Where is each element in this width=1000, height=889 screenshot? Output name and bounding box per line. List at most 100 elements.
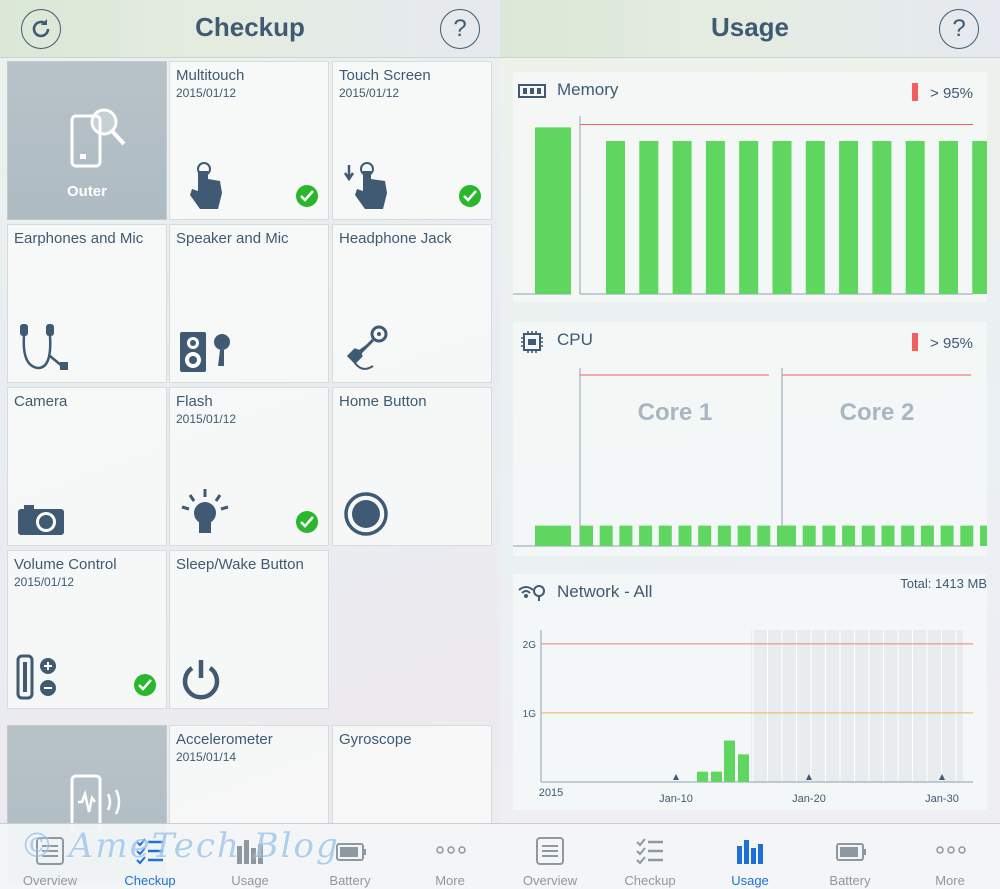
- cpu-total-bar: [535, 525, 571, 546]
- tile-label: Earphones and Mic: [14, 230, 144, 247]
- core1-bar: [717, 525, 731, 546]
- checklist-icon: [636, 838, 663, 865]
- tab-label: Overview: [522, 873, 578, 888]
- tab-label: Usage: [231, 873, 269, 888]
- two-finger-touch-icon: [190, 162, 222, 209]
- flash-bulb-icon: [181, 489, 229, 533]
- checklist-icon: [136, 838, 163, 865]
- headphone-jack-icon: [346, 325, 388, 370]
- memory-bar: [535, 127, 571, 295]
- tile-touch-screen[interactable]: Touch Screen 2015/01/12: [332, 61, 492, 220]
- tile-label: Speaker and Mic: [176, 230, 289, 247]
- y-tick-label: 2G: [523, 640, 537, 651]
- memory-bar: [839, 141, 859, 294]
- core2-bar: [940, 525, 954, 546]
- earphones-icon: [20, 324, 68, 370]
- volume-buttons-icon: [16, 654, 56, 700]
- tile-volume-control[interactable]: Volume Control 2015/01/12: [7, 550, 167, 709]
- network-bar: [724, 740, 735, 782]
- page-title: Usage: [710, 12, 790, 42]
- help-button[interactable]: ?: [939, 9, 979, 49]
- checkmark-icon: [296, 511, 318, 533]
- tile-date: 2015/01/12: [176, 412, 237, 426]
- tab-label: Overview: [22, 873, 78, 888]
- network-bar: [738, 754, 749, 782]
- tab-label: More: [435, 873, 465, 888]
- tile-label: Sleep/Wake Button: [176, 556, 304, 573]
- usage-header: Usage ?: [500, 0, 1000, 58]
- tile-date: 2015/01/12: [176, 86, 237, 100]
- tab-usage[interactable]: Usage: [700, 824, 800, 889]
- help-icon: ?: [453, 15, 467, 42]
- battery-icon: [336, 843, 366, 861]
- tab-label: Battery: [329, 873, 371, 888]
- checkmark-icon: [134, 674, 156, 696]
- phone-magnifier-icon: [70, 108, 126, 168]
- cpu-chart: Core 1 Core 2: [513, 368, 987, 547]
- core2-bar: [802, 525, 816, 546]
- tab-usage[interactable]: Usage: [200, 824, 300, 889]
- memory-bar: [805, 141, 825, 294]
- x-tick-label: Jan-30: [925, 793, 959, 805]
- core2-bar: [901, 525, 915, 546]
- overview-icon: [536, 837, 564, 865]
- memory-bar: [739, 141, 759, 294]
- core2-bar: [920, 525, 934, 546]
- tab-more[interactable]: More: [900, 824, 1000, 889]
- tile-label: Flash: [176, 393, 213, 410]
- tile-label: Multitouch: [176, 67, 245, 84]
- core1-bar: [619, 525, 633, 546]
- tile-headphone-jack[interactable]: Headphone Jack: [332, 224, 492, 383]
- core1-bar: [599, 525, 613, 546]
- tile-outer[interactable]: Outer: [7, 61, 167, 220]
- tab-label: Checkup: [624, 873, 676, 888]
- more-dots-icon: [936, 846, 966, 854]
- core1-bar: [658, 525, 672, 546]
- cpu-card: CPU > 95% Core 1 Core 2: [513, 322, 987, 556]
- tile-multitouch[interactable]: Multitouch 2015/01/12: [169, 61, 329, 220]
- tab-more[interactable]: More: [400, 824, 500, 889]
- page-title: Checkup: [195, 12, 305, 42]
- memory-card: Memory > 95%: [513, 72, 987, 302]
- power-icon: [182, 660, 220, 700]
- tab-overview[interactable]: Overview: [0, 824, 100, 889]
- help-icon: ?: [952, 15, 966, 42]
- core2-bar: [881, 525, 895, 546]
- tab-bar: Overview Checkup Usage Battery More: [0, 823, 500, 889]
- tab-checkup[interactable]: Checkup: [100, 824, 200, 889]
- tile-flash[interactable]: Flash 2015/01/12: [169, 387, 329, 546]
- core2-bar: [822, 525, 836, 546]
- help-button[interactable]: ?: [440, 9, 480, 49]
- tab-checkup[interactable]: Checkup: [600, 824, 700, 889]
- core1-bar: [737, 525, 751, 546]
- core2-bar: [783, 525, 796, 546]
- tile-sleep-wake[interactable]: Sleep/Wake Button: [169, 550, 329, 709]
- tab-label: Usage: [731, 873, 769, 888]
- tile-label: Touch Screen: [339, 67, 431, 84]
- tile-speaker-mic[interactable]: Speaker and Mic: [169, 224, 329, 383]
- checkup-screen: Checkup ? Outer Multitouch 2015/01/12 To…: [0, 0, 500, 889]
- x-tick-label: Jan-10: [659, 793, 693, 805]
- network-card: Network - All Total: 1413 MB 2G 1G 2015 Jan…: [513, 574, 987, 810]
- memory-bar: [905, 141, 925, 294]
- core2-bar: [960, 525, 974, 546]
- checkmark-icon: [296, 185, 318, 207]
- memory-bar: [939, 141, 958, 294]
- usage-bars-icon: [237, 840, 263, 864]
- future-shade: [751, 630, 963, 782]
- tile-label: Camera: [14, 393, 68, 410]
- usage-bars-icon: [737, 840, 763, 864]
- usage-screen: Usage ? Memory > 95% CPU > 95% Core 1 Co…: [500, 0, 1000, 889]
- tile-camera[interactable]: Camera: [7, 387, 167, 546]
- tab-overview[interactable]: Overview: [500, 824, 600, 889]
- checkup-header: Checkup ?: [0, 0, 500, 58]
- speaker-mic-icon: [180, 332, 230, 372]
- network-chart: 2G 1G 2015 Jan-10 Jan-20 Jan-30: [523, 630, 973, 805]
- core1-label: Core 1: [638, 399, 713, 426]
- tab-battery[interactable]: Battery: [300, 824, 400, 889]
- tile-label: Gyroscope: [339, 731, 412, 748]
- tab-battery[interactable]: Battery: [800, 824, 900, 889]
- tile-earphones-mic[interactable]: Earphones and Mic: [7, 224, 167, 383]
- tile-home-button[interactable]: Home Button: [332, 387, 492, 546]
- tab-label: Checkup: [124, 873, 176, 888]
